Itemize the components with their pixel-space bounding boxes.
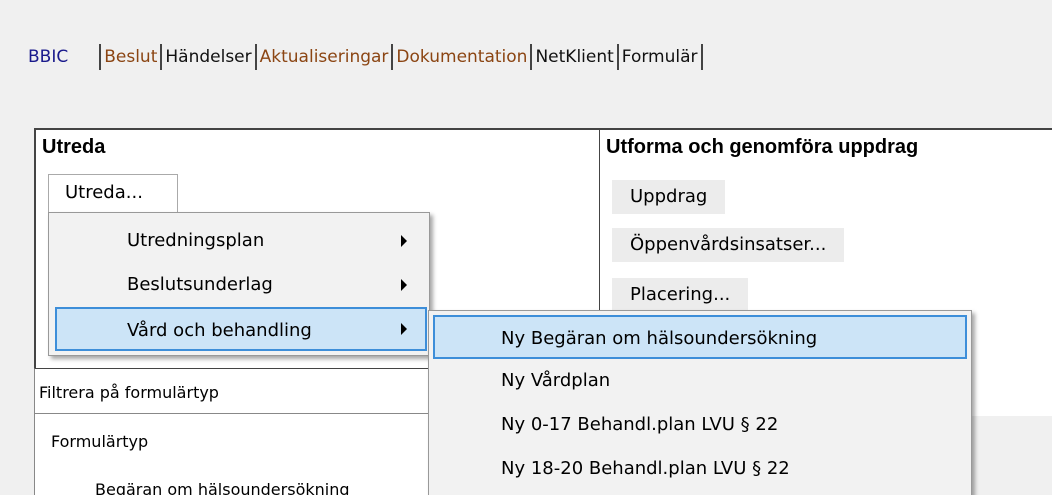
utreda-title: Utreda bbox=[42, 136, 106, 158]
tab-netklient[interactable]: NetKlient bbox=[532, 44, 619, 70]
menu-item-label: Beslutsunderlag bbox=[127, 274, 273, 295]
placering-button[interactable]: Placering... bbox=[612, 278, 749, 312]
menu-item-vard-och-behandling[interactable]: Vård och behandling bbox=[55, 307, 427, 351]
tab-bar: BBIC Beslut Händelser Aktualiseringar Do… bbox=[0, 40, 1052, 74]
tab-aktualiseringar[interactable]: Aktualiseringar bbox=[257, 44, 394, 70]
form-type-header: Formulärtyp bbox=[51, 432, 149, 451]
menu-item-label: Vård och behandling bbox=[127, 320, 312, 341]
utreda-button[interactable]: Utreda... bbox=[48, 174, 178, 212]
right-arrow-icon bbox=[401, 279, 407, 291]
vard-och-behandling-submenu: Ny Begäran om hälsoundersökning Ny Vårdp… bbox=[428, 310, 972, 495]
uppdrag-button[interactable]: Uppdrag bbox=[612, 180, 726, 214]
utreda-menu: Utredningsplan Beslutsunderlag Vård och … bbox=[48, 212, 430, 356]
right-arrow-icon bbox=[401, 323, 407, 335]
tab-dokumentation[interactable]: Dokumentation bbox=[393, 44, 533, 70]
oppenvardsinsatser-button[interactable]: Öppenvårdsinsatser... bbox=[612, 228, 845, 262]
utforma-title: Utforma och genomföra uppdrag bbox=[606, 136, 919, 158]
menu-item-label: Utredningsplan bbox=[127, 230, 265, 251]
menu-item-utredningsplan[interactable]: Utredningsplan bbox=[55, 219, 427, 263]
submenu-item-vardplan[interactable]: Ny Vårdplan bbox=[433, 359, 967, 403]
submenu-item-0-17-behandlplan[interactable]: Ny 0-17 Behandl.plan LVU § 22 bbox=[433, 403, 967, 447]
tab-formular[interactable]: Formulär bbox=[619, 44, 703, 70]
menu-item-beslutsunderlag[interactable]: Beslutsunderlag bbox=[55, 263, 427, 307]
tab-beslut[interactable]: Beslut bbox=[99, 44, 163, 70]
submenu-item-18-20-behandlplan[interactable]: Ny 18-20 Behandl.plan LVU § 22 bbox=[433, 447, 967, 491]
list-item[interactable]: Begäran om hälsoundersökning bbox=[95, 480, 350, 495]
tab-bbic[interactable]: BBIC bbox=[28, 44, 71, 70]
submenu-item-begaran-halsoundersokning[interactable]: Ny Begäran om hälsoundersökning bbox=[433, 315, 967, 359]
right-arrow-icon bbox=[401, 235, 407, 247]
tab-handelser[interactable]: Händelser bbox=[162, 44, 257, 70]
